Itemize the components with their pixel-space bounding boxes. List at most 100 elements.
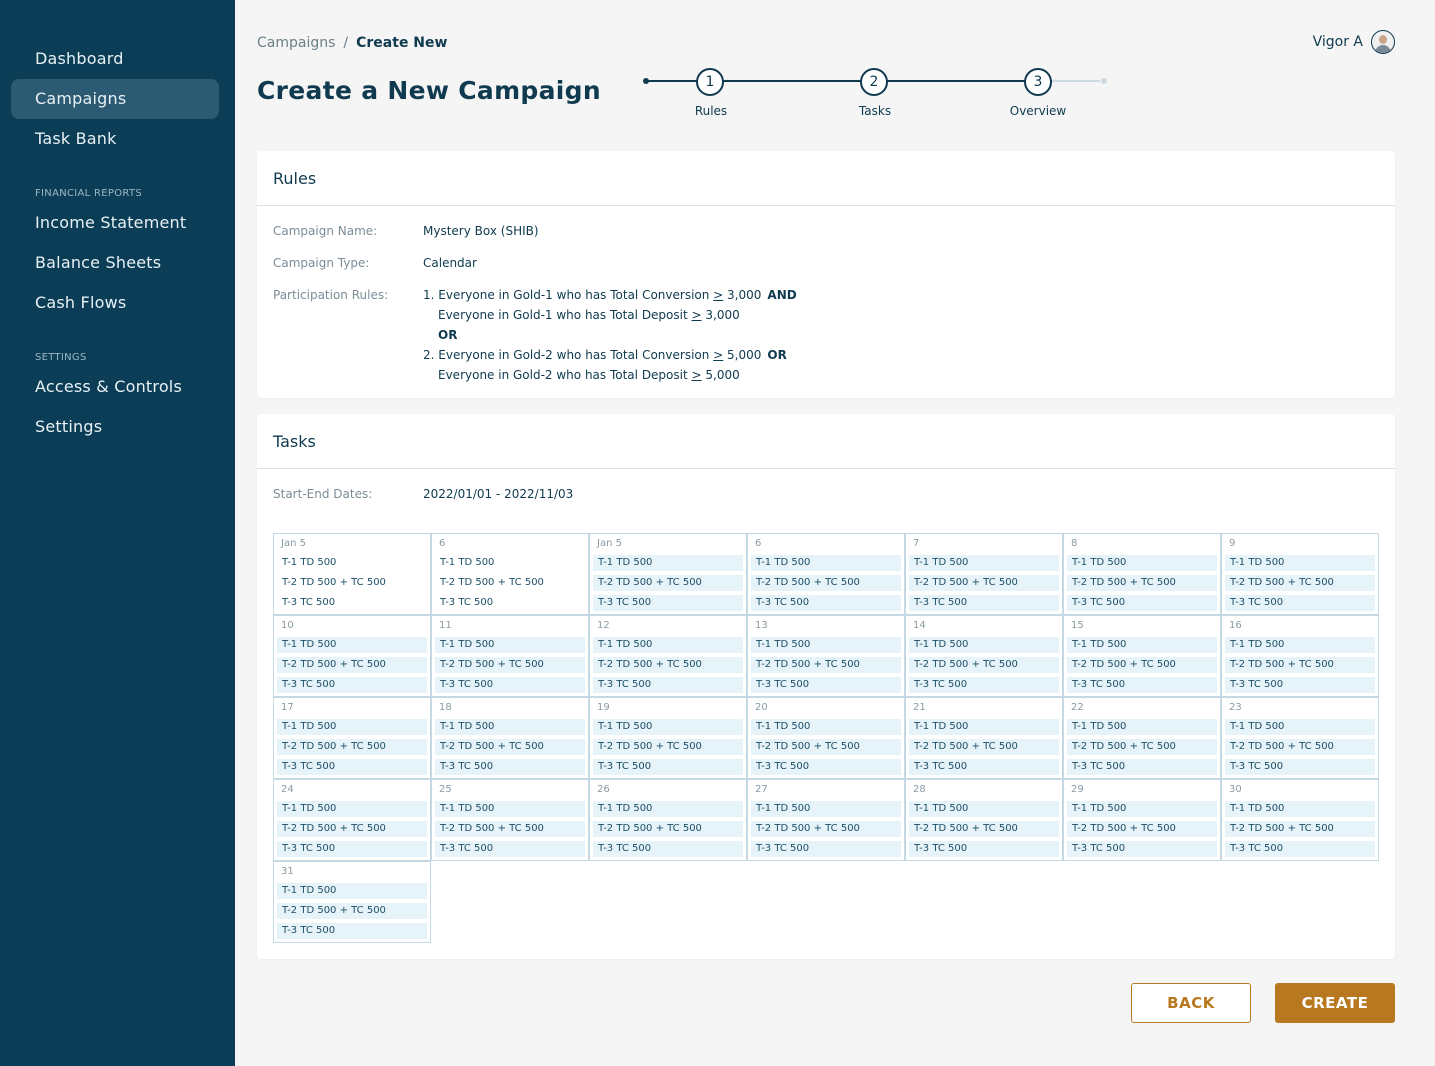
sidebar-item-cash-flows[interactable]: Cash Flows [11, 283, 219, 323]
calendar-day-cell[interactable]: 28 T-1 TD 500 T-2 TD 500 + TC 500 T-3 TC 50… [905, 779, 1063, 861]
calendar-day-cell[interactable]: 29 T-1 TD 500 T-2 TD 500 + TC 500 T-3 TC 50… [1063, 779, 1221, 861]
calendar-day-cell[interactable]: 12 T-1 TD 500 T-2 TD 500 + TC 500 T-3 TC 50… [589, 615, 747, 697]
sidebar-item-task-bank[interactable]: Task Bank [11, 119, 219, 159]
calendar-day-label: 30 [1229, 784, 1242, 795]
calendar-day-label: 6 [755, 538, 762, 549]
calendar-day-cell[interactable]: 21 T-1 TD 500 T-2 TD 500 + TC 500 T-3 TC 50… [905, 697, 1063, 779]
calendar-task: T-3 TC 500 [1067, 677, 1217, 693]
calendar-task: T-3 TC 500 [751, 595, 901, 611]
stepper: 1 Rules 2 Tasks 3 Overview [640, 66, 1110, 126]
calendar-task: T-1 TD 500 [909, 801, 1059, 817]
calendar-day-label: 16 [1229, 620, 1242, 631]
calendar-day-cell[interactable]: 17 T-1 TD 500 T-2 TD 500 + TC 500 T-3 TC 50… [273, 697, 431, 779]
sidebar-item-settings[interactable]: Settings [11, 407, 219, 447]
back-button[interactable]: BACK [1131, 983, 1251, 1023]
calendar-day-cell[interactable]: 13 T-1 TD 500 T-2 TD 500 + TC 500 T-3 TC 50… [747, 615, 905, 697]
calendar-task: T-3 TC 500 [1225, 841, 1375, 857]
stepper-end-dot [1101, 78, 1107, 84]
calendar-day-cell[interactable]: Jan 5 T-1 TD 500 T-2 TD 500 + TC 500 T-3 TC… [589, 533, 747, 615]
calendar-day-cell[interactable]: 19 T-1 TD 500 T-2 TD 500 + TC 500 T-3 TC 50… [589, 697, 747, 779]
calendar-day-cell[interactable]: 8 T-1 TD 500 T-2 TD 500 + TC 500 T-3 TC 500 [1063, 533, 1221, 615]
rule-operator: OR [438, 328, 458, 342]
calendar-day-cell[interactable]: 6 T-1 TD 500 T-2 TD 500 + TC 500 T-3 TC 500 [747, 533, 905, 615]
calendar-day-cell[interactable]: 6 T-1 TD 500 T-2 TD 500 + TC 500 T-3 TC 500 [431, 533, 589, 615]
calendar-day-cell[interactable]: 24 T-1 TD 500 T-2 TD 500 + TC 500 T-3 TC 50… [273, 779, 431, 861]
calendar-day-cell[interactable]: 31 T-1 TD 500 T-2 TD 500 + TC 500 T-3 TC 50… [273, 861, 431, 943]
create-button[interactable]: CREATE [1275, 983, 1395, 1023]
tasks-card: Tasks Start-End Dates: 2022/01/01 - 2022… [257, 414, 1395, 959]
rule-line: 2. Everyone in Gold-2 who has Total Conv… [423, 348, 787, 362]
sidebar-item-income-statement[interactable]: Income Statement [11, 203, 219, 243]
calendar-task: T-3 TC 500 [1067, 595, 1217, 611]
calendar-task: T-1 TD 500 [593, 637, 743, 653]
breadcrumb-campaigns-link[interactable]: Campaigns [257, 35, 335, 51]
user-menu[interactable]: Vigor A [1313, 30, 1395, 54]
calendar-task: T-1 TD 500 [1067, 801, 1217, 817]
sidebar-item-dashboard[interactable]: Dashboard [11, 39, 219, 79]
step-3-circle[interactable]: 3 [1024, 68, 1052, 96]
calendar-day-cell[interactable]: 14 T-1 TD 500 T-2 TD 500 + TC 500 T-3 TC 50… [905, 615, 1063, 697]
calendar-day-cell[interactable]: 7 T-1 TD 500 T-2 TD 500 + TC 500 T-3 TC 500 [905, 533, 1063, 615]
calendar-task: T-3 TC 500 [593, 759, 743, 775]
calendar-day-cell[interactable]: 30 T-1 TD 500 T-2 TD 500 + TC 500 T-3 TC 50… [1221, 779, 1379, 861]
calendar-day-cell[interactable]: 9 T-1 TD 500 T-2 TD 500 + TC 500 T-3 TC 500 [1221, 533, 1379, 615]
sidebar-item-balance-sheets[interactable]: Balance Sheets [11, 243, 219, 283]
calendar-day-label: 18 [439, 702, 452, 713]
calendar-task: T-3 TC 500 [435, 841, 585, 857]
calendar-task: T-3 TC 500 [909, 677, 1059, 693]
calendar-day-label: 8 [1071, 538, 1078, 549]
calendar-task: T-2 TD 500 + TC 500 [751, 821, 901, 837]
calendar-day-cell[interactable]: 10 T-1 TD 500 T-2 TD 500 + TC 500 T-3 TC 50… [273, 615, 431, 697]
rule-value: 3,000 [701, 308, 740, 322]
ge-symbol: > [713, 288, 724, 302]
calendar-day-cell[interactable]: 23 T-1 TD 500 T-2 TD 500 + TC 500 T-3 TC 50… [1221, 697, 1379, 779]
calendar-day-cell[interactable]: 27 T-1 TD 500 T-2 TD 500 + TC 500 T-3 TC 50… [747, 779, 905, 861]
avatar[interactable] [1371, 30, 1395, 54]
page-title: Create a New Campaign [257, 76, 601, 105]
calendar-task: T-2 TD 500 + TC 500 [277, 821, 427, 837]
calendar-task: T-3 TC 500 [751, 759, 901, 775]
calendar-day-cell[interactable]: 26 T-1 TD 500 T-2 TD 500 + TC 500 T-3 TC 50… [589, 779, 747, 861]
start-end-dates-value: 2022/01/01 - 2022/11/03 [423, 487, 574, 501]
breadcrumb: Campaigns / Create New [257, 35, 447, 51]
calendar-task: T-2 TD 500 + TC 500 [909, 575, 1059, 591]
sidebar-item-access-controls[interactable]: Access & Controls [11, 367, 219, 407]
calendar-task: T-2 TD 500 + TC 500 [593, 575, 743, 591]
calendar-day-label: 13 [755, 620, 768, 631]
calendar-day-label: 11 [439, 620, 452, 631]
step-1-circle[interactable]: 1 [696, 68, 724, 96]
calendar-task: T-2 TD 500 + TC 500 [1067, 657, 1217, 673]
sidebar-section-financial-reports: FINANCIAL REPORTS [35, 188, 142, 199]
sidebar-item-campaigns[interactable]: Campaigns [11, 79, 219, 119]
calendar-day-cell[interactable]: Jan 5 T-1 TD 500 T-2 TD 500 + TC 500 T-3 TC… [273, 533, 431, 615]
calendar-task: T-1 TD 500 [435, 637, 585, 653]
user-name: Vigor A [1312, 34, 1363, 50]
calendar-day-cell[interactable]: 25 T-1 TD 500 T-2 TD 500 + TC 500 T-3 TC 50… [431, 779, 589, 861]
calendar-task: T-3 TC 500 [277, 841, 427, 857]
calendar-day-label: 9 [1229, 538, 1236, 549]
rule-value: 5,000 [723, 348, 762, 362]
calendar-task: T-1 TD 500 [435, 801, 585, 817]
calendar-day-label: 15 [1071, 620, 1084, 631]
calendar-task: T-2 TD 500 + TC 500 [282, 577, 386, 588]
rule-operator: AND [767, 288, 797, 302]
calendar-task: T-1 TD 500 [593, 555, 743, 571]
calendar-task: T-2 TD 500 + TC 500 [435, 739, 585, 755]
calendar-task: T-1 TD 500 [1067, 637, 1217, 653]
step-2-circle[interactable]: 2 [860, 68, 888, 96]
calendar-day-cell[interactable]: 18 T-1 TD 500 T-2 TD 500 + TC 500 T-3 TC 50… [431, 697, 589, 779]
calendar-task: T-3 TC 500 [1067, 841, 1217, 857]
calendar-task: T-3 TC 500 [909, 595, 1059, 611]
calendar-task: T-1 TD 500 [593, 719, 743, 735]
calendar-day-cell[interactable]: 22 T-1 TD 500 T-2 TD 500 + TC 500 T-3 TC 50… [1063, 697, 1221, 779]
step-1-label: Rules [694, 104, 728, 118]
calendar-task: T-3 TC 500 [282, 597, 336, 608]
calendar-day-cell[interactable]: 15 T-1 TD 500 T-2 TD 500 + TC 500 T-3 TC 50… [1063, 615, 1221, 697]
calendar-task: T-2 TD 500 + TC 500 [751, 739, 901, 755]
calendar-task: T-2 TD 500 + TC 500 [1225, 739, 1375, 755]
calendar-day-cell[interactable]: 20 T-1 TD 500 T-2 TD 500 + TC 500 T-3 TC 50… [747, 697, 905, 779]
calendar-task: T-1 TD 500 [751, 555, 901, 571]
calendar-day-cell[interactable]: 11 T-1 TD 500 T-2 TD 500 + TC 500 T-3 TC 50… [431, 615, 589, 697]
calendar-day-cell[interactable]: 16 T-1 TD 500 T-2 TD 500 + TC 500 T-3 TC 50… [1221, 615, 1379, 697]
calendar-task: T-1 TD 500 [1225, 637, 1375, 653]
